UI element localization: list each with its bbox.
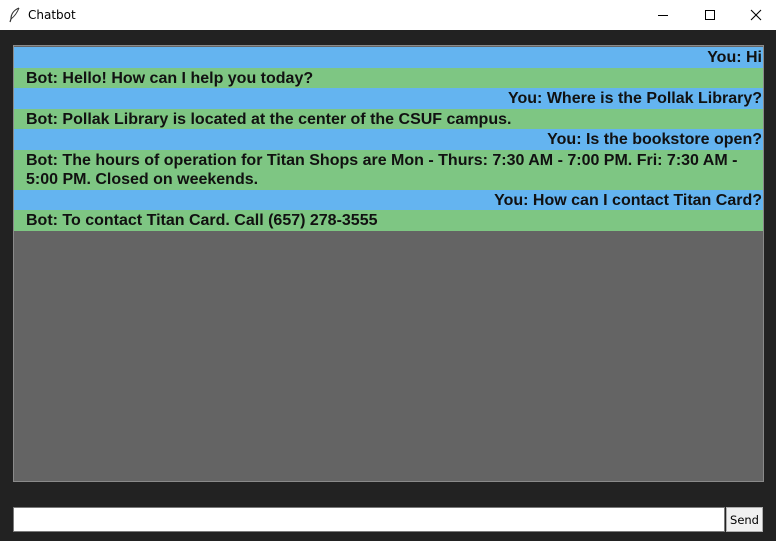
maximize-icon bbox=[704, 9, 716, 21]
bot-message: Bot: The hours of operation for Titan Sh… bbox=[14, 149, 763, 190]
chat-history-panel[interactable]: You: Hi Bot: Hello! How can I help you to… bbox=[13, 45, 764, 482]
bot-message: Bot: Hello! How can I help you today? bbox=[14, 67, 763, 88]
feather-icon bbox=[8, 7, 22, 23]
user-message: You: Is the bookstore open? bbox=[14, 129, 763, 150]
close-icon bbox=[750, 9, 762, 21]
bot-message: Bot: Pollak Library is located at the ce… bbox=[14, 108, 763, 129]
window-title: Chatbot bbox=[28, 8, 76, 22]
user-message: You: How can I contact Titan Card? bbox=[14, 189, 763, 210]
close-button[interactable] bbox=[733, 0, 776, 30]
title-bar: Chatbot bbox=[0, 0, 776, 30]
maximize-button[interactable] bbox=[687, 0, 733, 30]
user-message: You: Hi bbox=[14, 47, 763, 68]
user-message: You: Where is the Pollak Library? bbox=[14, 88, 763, 109]
minimize-button[interactable] bbox=[640, 0, 686, 30]
bot-message: Bot: To contact Titan Card. Call (657) 2… bbox=[14, 210, 763, 231]
send-button[interactable]: Send bbox=[726, 507, 763, 532]
message-input[interactable] bbox=[13, 507, 725, 532]
minimize-icon bbox=[657, 9, 669, 21]
